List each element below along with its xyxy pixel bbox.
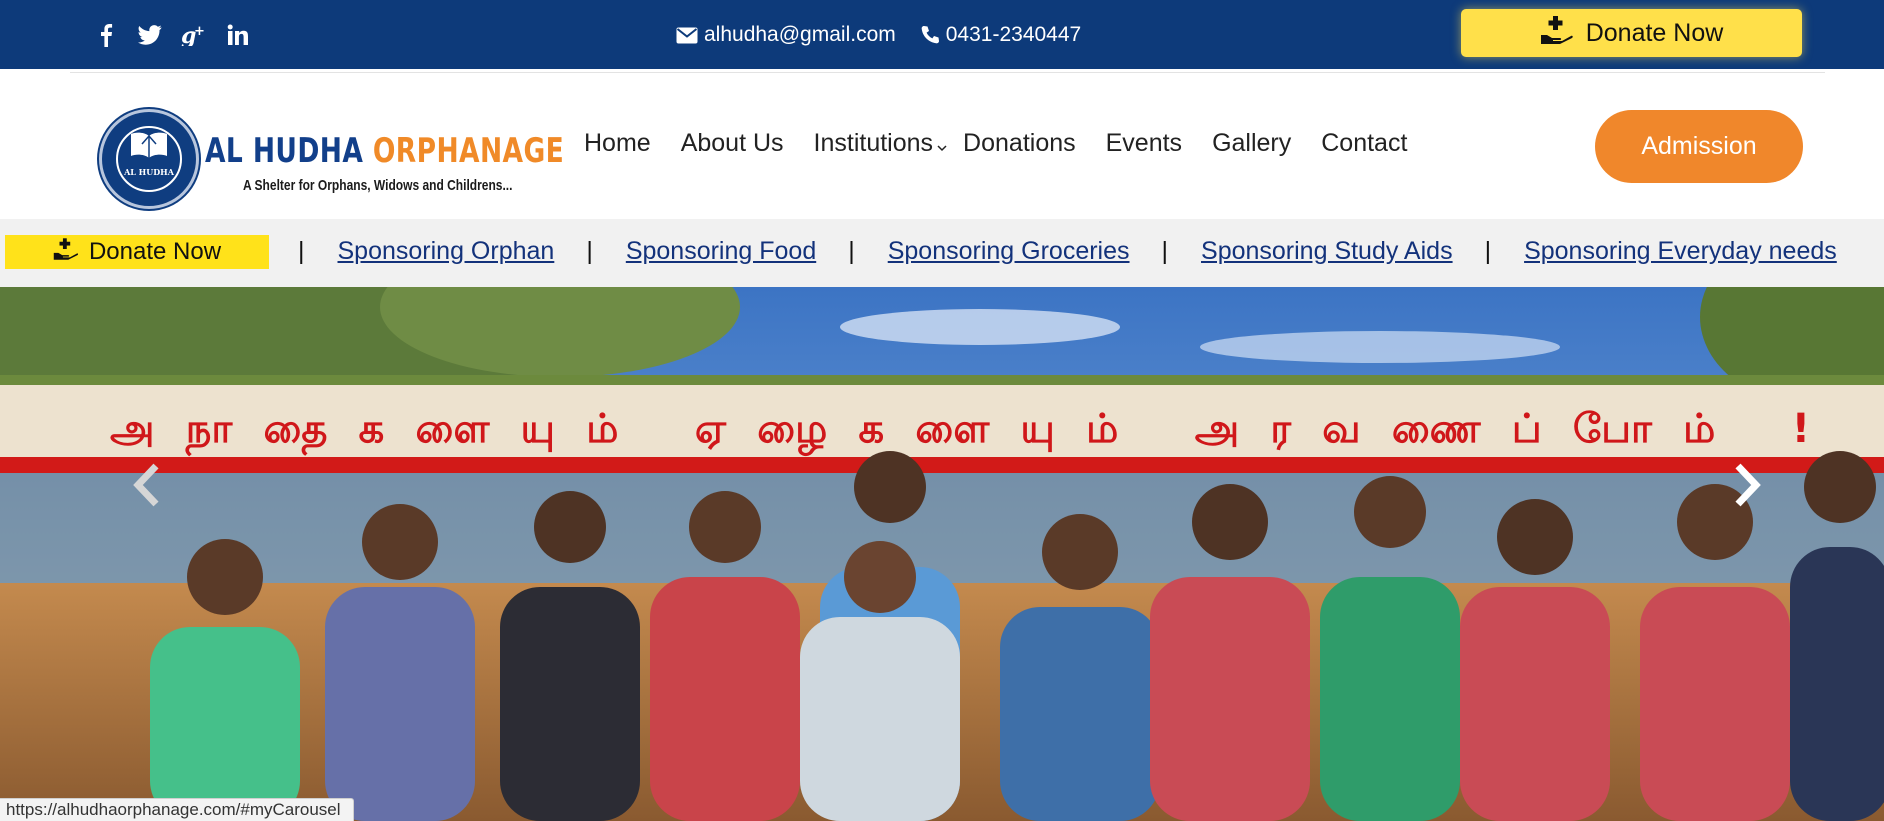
site-name[interactable]: AL HUDHA ORPHANAGE [205,131,564,171]
phone-contact[interactable]: 0431-2340447 [920,23,1081,47]
chevron-right-icon[interactable] [1728,462,1764,508]
separator: | [298,236,305,265]
google-plus-icon[interactable]: g + [181,22,207,48]
strip-donate-now-button[interactable]: Donate Now [5,235,269,269]
separator: | [1161,236,1169,265]
donate-now-button[interactable]: Donate Now [1461,9,1802,57]
envelope-icon [676,27,698,44]
strip-donate-label: Donate Now [88,238,222,265]
site-name-part2: ORPHANAGE [372,131,565,171]
donate-hand-icon [53,237,79,268]
separator: | [1484,236,1492,265]
nav-home[interactable]: Home [584,129,651,158]
orphanage-emblem-logo[interactable]: AL HUDHA [99,109,199,209]
link-sponsoring-study-aids[interactable]: Sponsoring Study Aids [1201,237,1453,266]
nav-institutions[interactable]: Institutions [813,128,947,158]
phone-icon [920,25,940,45]
nav-about-us[interactable]: About Us [681,129,784,158]
site-tagline: A Shelter for Orphans, Widows and Childr… [243,177,513,194]
chevron-down-icon [937,143,947,155]
separator: | [848,236,855,265]
chevron-left-icon[interactable] [130,462,166,508]
emblem-text: AL HUDHA [124,167,174,177]
sponsor-strip: Donate Now | Sponsoring Orphan | Sponsor… [0,219,1884,287]
phone-text: 0431-2340447 [945,23,1082,46]
admission-button[interactable]: Admission [1595,110,1803,183]
separator: | [586,236,593,265]
nav-institutions-label: Institutions [813,128,934,157]
site-header: AL HUDHA AL HUDHA ORPHANAGE A Shelter fo… [0,69,1884,219]
social-links: g + [93,20,251,50]
svg-text:+: + [194,24,205,39]
sponsor-links: | Sponsoring Orphan | Sponsoring Food | … [298,231,1869,271]
site-name-part1: AL HUDHA [205,131,364,171]
hero-carousel[interactable]: அநாதைகளையும் ஏழைகளையும் அரவணைப்போம் ! [0,287,1884,821]
contact-info: alhudha@gmail.com 0431-2340447 [676,20,1081,50]
twitter-icon[interactable] [137,22,163,48]
header-divider [70,72,1825,73]
nav-gallery[interactable]: Gallery [1212,129,1291,158]
nav-events[interactable]: Events [1106,129,1182,158]
linkedin-icon[interactable] [225,22,251,48]
carousel-photo: அநாதைகளையும் ஏழைகளையும் அரவணைப்போம் ! [0,287,1884,821]
link-sponsoring-everyday-needs[interactable]: Sponsoring Everyday needs [1524,237,1837,266]
nav-contact[interactable]: Contact [1321,129,1407,158]
email-text: alhudha@gmail.com [704,23,896,46]
top-bar: g + alhudha@gmail.com 0431-2340447 Donate… [0,0,1884,69]
link-sponsoring-groceries[interactable]: Sponsoring Groceries [888,237,1130,266]
status-bar-url: https://alhudhaorphanage.com/#myCarousel [0,798,354,821]
facebook-icon[interactable] [93,22,119,48]
email-contact[interactable]: alhudha@gmail.com [676,23,896,47]
link-sponsoring-food[interactable]: Sponsoring Food [626,237,816,266]
donate-now-label: Donate Now [1585,18,1724,47]
link-sponsoring-orphan[interactable]: Sponsoring Orphan [338,237,555,266]
donate-hand-icon [1540,15,1574,52]
nav-donations[interactable]: Donations [963,129,1076,158]
main-nav: Home About Us Institutions Donations Eve… [584,128,1437,158]
